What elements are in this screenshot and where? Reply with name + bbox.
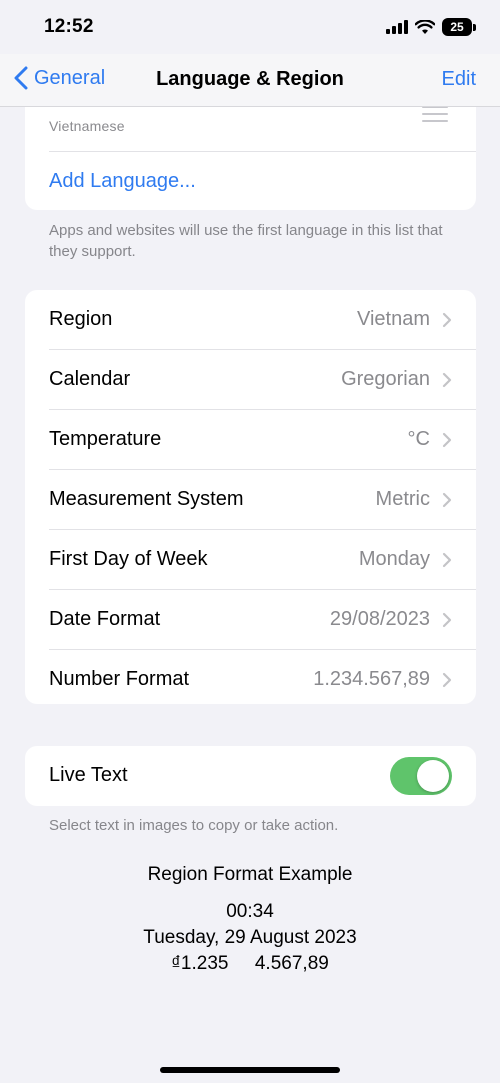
example-date: Tuesday, 29 August 2023 — [143, 927, 357, 948]
row-value: Metric — [375, 488, 430, 510]
example-time: 00:34 — [226, 901, 274, 922]
wifi-icon — [415, 19, 435, 34]
battery-icon: 25 — [442, 18, 476, 36]
row-label: Live Text — [49, 764, 128, 786]
row-label: First Day of Week — [49, 548, 208, 570]
chevron-right-icon — [442, 432, 452, 448]
row-value: °C — [407, 428, 430, 450]
row-value: 29/08/2023 — [329, 608, 430, 630]
chevron-right-icon — [442, 372, 452, 388]
row-value: 1.234.567,89 — [313, 668, 430, 690]
row-value: Monday — [358, 548, 430, 570]
live-text-row: Live Text — [49, 746, 476, 805]
edit-button[interactable]: Edit — [442, 68, 476, 91]
temperature-row[interactable]: Temperature °C — [49, 410, 476, 470]
home-indicator[interactable] — [160, 1067, 340, 1073]
language-subtitle: Vietnamese — [49, 118, 125, 134]
chevron-right-icon — [442, 672, 452, 688]
add-language-button[interactable]: Add Language... — [49, 170, 196, 193]
page-title: Language & Region — [156, 68, 344, 90]
chevron-right-icon — [442, 612, 452, 628]
region-row[interactable]: Region Vietnam — [49, 290, 476, 350]
battery-level: 25 — [442, 18, 472, 36]
chevron-right-icon — [442, 312, 452, 328]
live-text-toggle[interactable] — [390, 757, 452, 795]
status-time: 12:52 — [44, 16, 94, 37]
toggle-knob — [417, 760, 449, 792]
region-format-example-title: Region Format Example — [147, 864, 353, 885]
region-settings-card: Region Vietnam Calendar Gregorian Temper… — [25, 290, 476, 704]
language-footnote: Apps and websites will use the first lan… — [49, 222, 443, 260]
live-text-footnote: Select text in images to copy or take ac… — [49, 817, 339, 834]
status-bar: 12:52 25 — [0, 0, 500, 54]
calendar-row[interactable]: Calendar Gregorian — [49, 350, 476, 410]
row-label: Measurement System — [49, 488, 244, 510]
date-format-row[interactable]: Date Format 29/08/2023 — [49, 590, 476, 650]
navigation-bar: General Language & Region Edit — [0, 54, 500, 107]
chevron-right-icon — [442, 552, 452, 568]
row-label: Region — [49, 308, 113, 330]
row-label: Date Format — [49, 608, 161, 630]
cellular-signal-icon — [386, 20, 408, 34]
status-icons: 25 — [386, 18, 476, 36]
row-value: Gregorian — [341, 368, 430, 390]
chevron-right-icon — [442, 492, 452, 508]
number-format-row[interactable]: Number Format 1.234.567,89 — [49, 650, 476, 704]
measurement-system-row[interactable]: Measurement System Metric — [49, 470, 476, 530]
row-label: Number Format — [49, 668, 190, 690]
first-day-of-week-row[interactable]: First Day of Week Monday — [49, 530, 476, 590]
row-value: Vietnam — [356, 308, 430, 330]
row-label: Temperature — [49, 428, 162, 450]
example-numbers: ₫1.235 4.567,89 — [171, 953, 329, 974]
row-label: Calendar — [49, 368, 131, 390]
reorder-handle-icon[interactable] — [422, 106, 448, 127]
live-text-card: Live Text — [25, 746, 476, 806]
